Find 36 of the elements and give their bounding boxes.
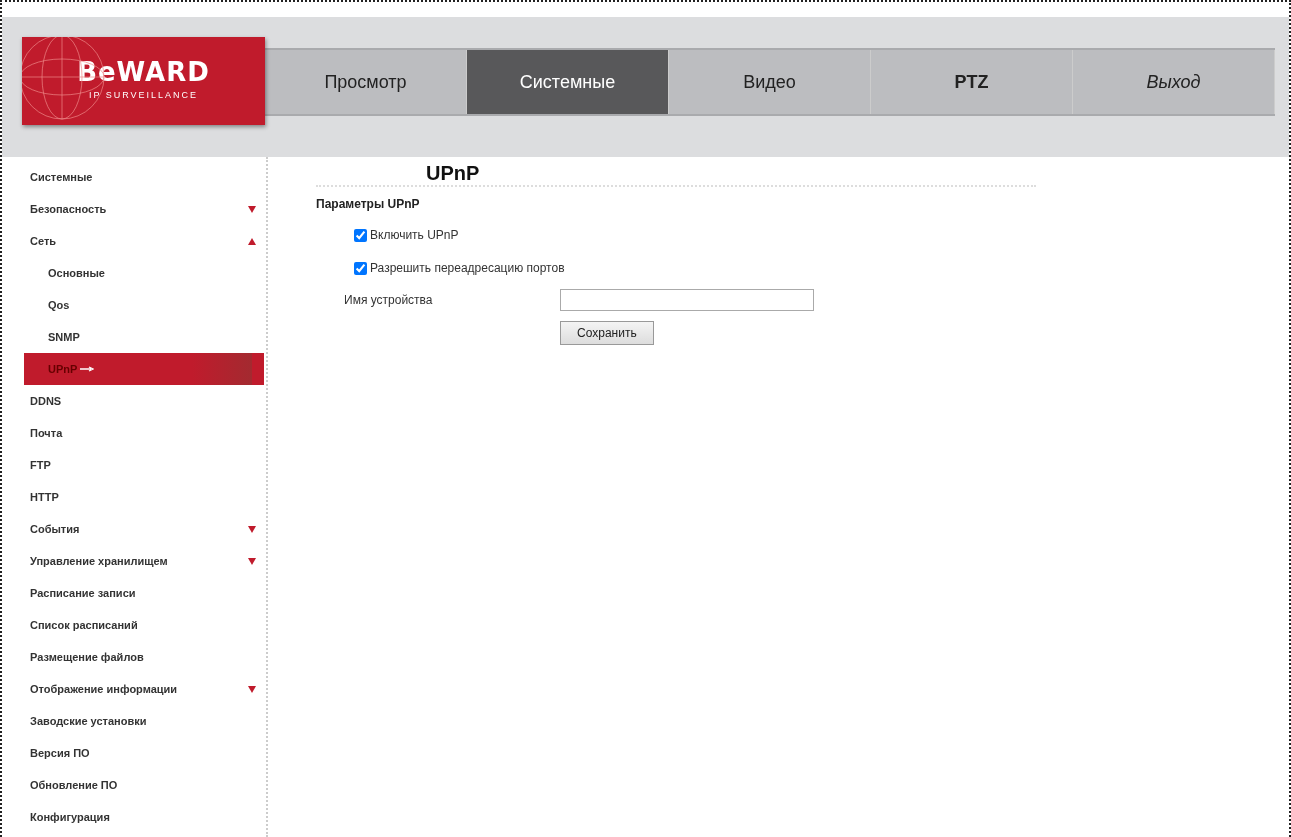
sidebar-item[interactable]: FTP — [2, 449, 264, 481]
logo-tagline: IP SURVEILLANCE — [88, 89, 199, 103]
save-button[interactable]: Сохранить — [560, 321, 654, 345]
sidebar-item[interactable]: Основные — [2, 257, 264, 289]
sidebar-item[interactable]: Почта — [2, 417, 264, 449]
sidebar-item[interactable]: SNMP — [2, 321, 264, 353]
field-label: Имя устройства — [344, 292, 434, 309]
sidebar-item[interactable]: Конфигурация — [2, 801, 264, 833]
sidebar-item[interactable]: Qos — [2, 289, 264, 321]
sidebar-item[interactable]: Обновление ПО — [2, 769, 264, 801]
checkbox-label: Включить UPnP — [370, 227, 459, 244]
device-name-field[interactable] — [560, 289, 814, 311]
sidebar-item[interactable]: DDNS — [2, 385, 264, 417]
page-title: UPnP — [316, 161, 1036, 187]
sidebar-item[interactable]: HTTP — [2, 481, 264, 513]
sidebar-item[interactable]: Расписание записи — [2, 577, 264, 609]
checkbox[interactable] — [354, 228, 367, 242]
sidebar-item[interactable]: Отображение информации — [2, 673, 264, 705]
sidebar-item[interactable]: Безопасность — [2, 193, 264, 225]
section-title: Параметры UPnP — [316, 196, 421, 213]
arrow-icon — [80, 366, 95, 372]
sidebar-item[interactable]: Управление хранилищем — [2, 545, 264, 577]
nav-tab[interactable]: Системные — [467, 50, 669, 114]
checkbox-label: Разрешить переадресацию портов — [370, 260, 565, 277]
checkbox[interactable] — [354, 261, 367, 275]
sidebar-item[interactable]: Заводские установки — [2, 705, 264, 737]
sidebar-item[interactable]: Сеть — [2, 225, 264, 257]
sidebar-item[interactable]: Размещение файлов — [2, 641, 264, 673]
sidebar-item[interactable]: События — [2, 513, 264, 545]
nav-tab[interactable]: Выход — [1073, 50, 1275, 114]
logo-brand: BeWARD — [77, 59, 210, 86]
sidebar-item[interactable]: Системные — [2, 161, 264, 193]
nav-tab[interactable]: PTZ — [871, 50, 1073, 114]
nav-tab[interactable]: Видео — [669, 50, 871, 114]
sidebar-item[interactable]: Версия ПО — [2, 737, 264, 769]
sidebar-item[interactable]: Список расписаний — [2, 609, 264, 641]
